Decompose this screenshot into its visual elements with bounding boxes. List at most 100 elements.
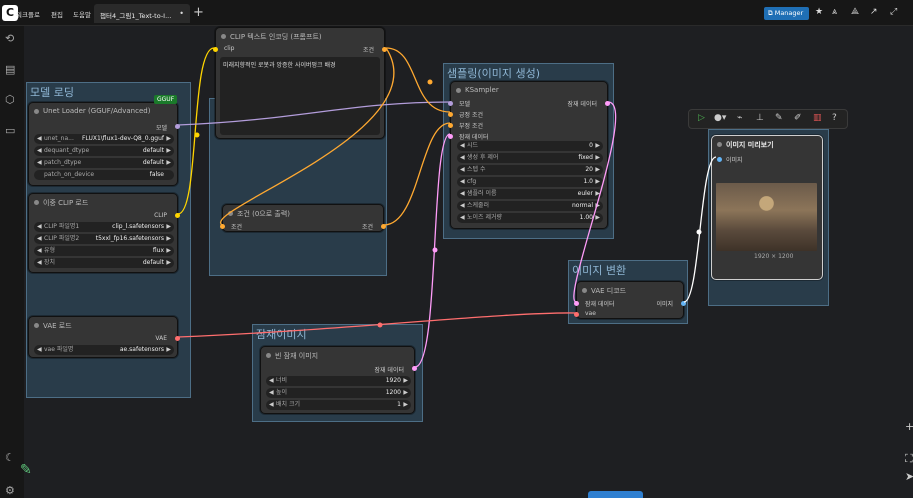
output-latent-port[interactable]	[605, 101, 610, 106]
left-arrow-icon[interactable]: ◀	[460, 165, 465, 175]
zoom-in-icon[interactable]: +	[905, 420, 913, 433]
node-conditioning-zero-out[interactable]: 조건 (0으로 출력) 조건 조건	[220, 204, 386, 232]
right-arrow-icon[interactable]: ▶	[595, 153, 600, 163]
input-positive-port[interactable]	[448, 112, 453, 117]
left-arrow-icon[interactable]: ◀	[269, 400, 274, 410]
input-vae-port[interactable]	[574, 312, 579, 317]
gear-icon[interactable]: ⚙	[5, 484, 15, 497]
bottom-panel-button[interactable]	[588, 491, 643, 498]
tab-unsaved-dot[interactable]: •	[179, 9, 184, 18]
widget-seed[interactable]: ◀ 시드 0 ▶	[457, 141, 603, 151]
right-arrow-icon[interactable]: ▶	[166, 234, 171, 244]
history-icon[interactable]: ⟲	[5, 32, 14, 45]
preview-image[interactable]	[716, 183, 817, 251]
left-arrow-icon[interactable]: ◀	[37, 134, 42, 144]
pin-icon[interactable]: ⊥	[756, 113, 764, 123]
edit-mode-icon[interactable]: ✎	[20, 462, 32, 478]
widget-scheduler[interactable]: ◀ 스케줄러 normal ▶	[457, 201, 603, 211]
left-arrow-icon[interactable]: ◀	[460, 189, 465, 199]
node-empty-latent[interactable]: 빈 잠재 이미지 잠재 데이터 ◀ 너비 1920 ▶ ◀ 높이 1200 ▶ ◀ 배치 크기…	[260, 346, 417, 414]
left-arrow-icon[interactable]: ◀	[37, 158, 42, 168]
trash-icon[interactable]: ▥	[813, 113, 822, 123]
right-arrow-icon[interactable]: ▶	[403, 388, 408, 398]
widget-width[interactable]: ◀ 너비 1920 ▶	[266, 376, 411, 386]
expand-icon[interactable]: ⤢	[890, 7, 897, 17]
left-arrow-icon[interactable]: ◀	[37, 258, 42, 268]
input-latent-port[interactable]	[448, 134, 453, 139]
output-model-port[interactable]	[175, 124, 180, 129]
play-icon[interactable]: ▷	[698, 113, 705, 123]
right-arrow-icon[interactable]: ▶	[403, 400, 408, 410]
input-clip-port[interactable]	[213, 47, 218, 52]
left-arrow-icon[interactable]: ◀	[37, 246, 42, 256]
widget-clip-name1[interactable]: ◀ CLIP 파일명1 clip_l.safetensors ▶	[34, 222, 174, 232]
right-arrow-icon[interactable]: ▶	[166, 246, 171, 256]
widget-sampler-name[interactable]: ◀ 샘플러 이름 euler ▶	[457, 189, 603, 199]
left-arrow-icon[interactable]: ◀	[37, 222, 42, 232]
right-arrow-icon[interactable]: ▶	[166, 146, 171, 156]
left-arrow-icon[interactable]: ◀	[37, 146, 42, 156]
widget-clip-type[interactable]: ◀ 유형 flux ▶	[34, 246, 174, 256]
alert-icon[interactable]: ⟁	[851, 7, 859, 17]
node-vae-decode[interactable]: VAE 디코드 잠재 데이터 vae 이미지	[574, 281, 686, 319]
right-arrow-icon[interactable]: ▶	[595, 165, 600, 175]
add-tab-button[interactable]: +	[193, 5, 204, 20]
cube-icon[interactable]: ⬡	[5, 93, 15, 106]
workflow-tab[interactable]: 챕터4_그림1_Text-to-I... •	[94, 4, 190, 23]
menu-workflow[interactable]: 워크플로	[16, 9, 40, 19]
left-arrow-icon[interactable]: ◀	[460, 141, 465, 151]
input-model-port[interactable]	[448, 101, 453, 106]
left-arrow-icon[interactable]: ◀	[460, 201, 465, 211]
prompt-textarea[interactable]: 미래지향적인 로봇과 앙증한 사이버펑크 배경	[220, 57, 380, 135]
output-image-port[interactable]	[681, 301, 686, 306]
output-vae-port[interactable]	[175, 336, 180, 341]
input-negative-port[interactable]	[448, 123, 453, 128]
input-conditioning-port[interactable]	[220, 224, 225, 229]
widget-dequant-dtype[interactable]: ◀ dequant_dtype default ▶	[34, 146, 174, 156]
fit-view-icon[interactable]: ⛶	[905, 452, 913, 466]
widget-height[interactable]: ◀ 높이 1200 ▶	[266, 388, 411, 398]
left-arrow-icon[interactable]: ◀	[269, 376, 274, 386]
widget-denoise[interactable]: ◀ 노이즈 제거량 1.00 ▶	[457, 213, 603, 223]
node-vae-loader[interactable]: VAE 로드 VAE ◀ vae 파일명 ae.safetensors ▶	[28, 316, 180, 358]
widget-patch-on-device[interactable]: patch_on_device false	[34, 170, 174, 180]
menu-edit[interactable]: 편집	[51, 9, 63, 19]
right-arrow-icon[interactable]: ▶	[166, 345, 171, 355]
widget-clip-name2[interactable]: ◀ CLIP 파일명2 t5xxl_fp16.safetensors ▶	[34, 234, 174, 244]
widget-vae-name[interactable]: ◀ vae 파일명 ae.safetensors ▶	[34, 345, 174, 355]
left-arrow-icon[interactable]: ◀	[37, 234, 42, 244]
left-arrow-icon[interactable]: ◀	[460, 177, 465, 187]
help-icon[interactable]: ?	[832, 113, 837, 123]
right-arrow-icon[interactable]: ▶	[166, 258, 171, 268]
node-dual-clip-loader[interactable]: 이중 CLIP 로드 CLIP ◀ CLIP 파일명1 clip_l.safet…	[28, 193, 180, 273]
output-conditioning-port[interactable]	[382, 47, 387, 52]
widget-patch-dtype[interactable]: ◀ patch_dtype default ▶	[34, 158, 174, 168]
left-arrow-icon[interactable]: ◀	[269, 388, 274, 398]
widget-steps[interactable]: ◀ 스텝 수 20 ▶	[457, 165, 603, 175]
left-arrow-icon[interactable]: ◀	[37, 345, 42, 355]
star-icon[interactable]: ★	[815, 7, 823, 17]
left-arrow-icon[interactable]: ◀	[460, 153, 465, 163]
right-arrow-icon[interactable]: ▶	[403, 376, 408, 386]
node-ksampler[interactable]: KSampler 모델 긍정 조건 부정 조건 잠재 데이터 잠재 데이터 ◀ 시…	[448, 81, 610, 229]
widget-unet-name[interactable]: ◀ unet_na... FLUX1\flux1-dev-Q8_0.gguf ▶	[34, 134, 174, 144]
widget-device[interactable]: ◀ 장치 default ▶	[34, 258, 174, 268]
output-clip-port[interactable]	[175, 213, 180, 218]
right-arrow-icon[interactable]: ▶	[166, 158, 171, 168]
right-arrow-icon[interactable]: ▶	[595, 213, 600, 223]
widget-control-after-generate[interactable]: ◀ 생성 후 제어 fixed ▶	[457, 153, 603, 163]
menu-help[interactable]: 도움말	[73, 9, 91, 19]
wand-icon[interactable]: ⌁	[737, 113, 742, 123]
right-arrow-icon[interactable]: ▶	[595, 189, 600, 199]
circle-color-icon[interactable]: ●▾	[714, 113, 726, 123]
right-arrow-icon[interactable]: ▶	[595, 141, 600, 151]
right-arrow-icon[interactable]: ▶	[595, 201, 600, 211]
node-clip-text-encode[interactable]: CLIP 텍스트 인코딩 (프롬프트) clip 조건 미래지향적인 로봇과 앙…	[213, 27, 387, 139]
output-conditioning-port[interactable]	[381, 224, 386, 229]
left-arrow-icon[interactable]: ◀	[460, 213, 465, 223]
manager-button[interactable]: ⧉ Manager	[764, 7, 809, 20]
input-image-port[interactable]	[717, 157, 722, 162]
node-unet-loader[interactable]: Unet Loader (GGUF/Advanced) GGUF 모델 ◀ un…	[28, 95, 180, 186]
cursor-icon[interactable]: ➤	[905, 470, 913, 483]
moon-icon[interactable]: ☾	[5, 451, 15, 464]
